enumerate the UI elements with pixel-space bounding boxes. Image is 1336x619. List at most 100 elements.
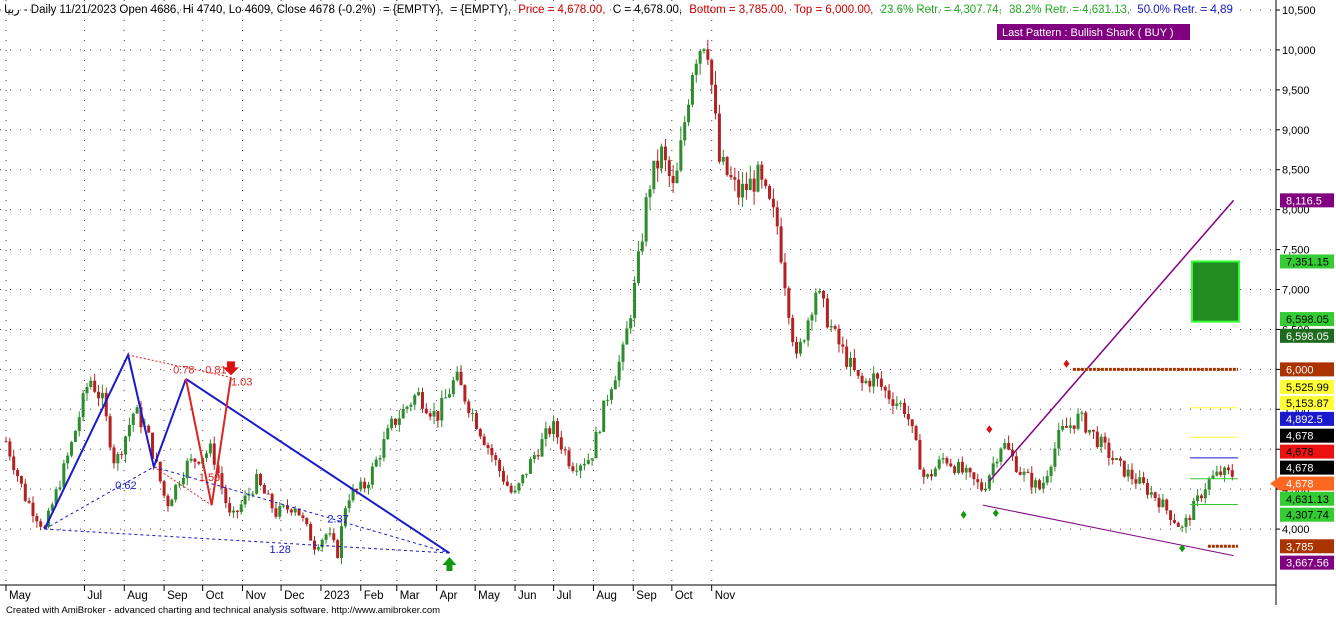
candle-body	[147, 425, 151, 433]
price-label: 8,116.5	[1286, 195, 1322, 207]
candle-body	[887, 390, 891, 400]
harmonic-ratio-label: 1.28	[270, 544, 291, 556]
candle-body	[953, 466, 957, 473]
candle-body	[879, 378, 883, 387]
candle-body	[741, 183, 745, 198]
candle-body	[972, 472, 976, 480]
top-text: Top = 6,000.00,	[793, 4, 874, 16]
price-label: 4,678	[1286, 447, 1314, 459]
candle-body	[440, 397, 444, 421]
candle-body	[259, 473, 263, 486]
candle-body	[93, 380, 97, 392]
candle-body	[1142, 477, 1146, 483]
candle-body	[1057, 429, 1061, 449]
candle-body	[768, 185, 772, 199]
candle-body	[567, 450, 571, 467]
candle-body	[289, 509, 293, 513]
x-tick-label: Nov	[715, 590, 736, 602]
candle-body	[420, 392, 424, 409]
candle-body	[1215, 471, 1219, 476]
y-tick-label: 8,500	[1282, 165, 1310, 177]
marker-diamond	[960, 510, 967, 519]
candle-body	[332, 533, 336, 541]
candle-body	[174, 484, 178, 500]
symbol-name: ربيا	[4, 4, 20, 16]
candle-body	[517, 483, 521, 491]
candle-body	[1219, 471, 1223, 475]
candle-body	[444, 397, 448, 399]
candle-body	[35, 516, 39, 522]
candle-body	[1223, 467, 1227, 475]
candle-body	[328, 533, 332, 535]
candle-body	[544, 428, 548, 440]
candle-body	[733, 177, 737, 180]
candle-body	[999, 448, 1003, 462]
price-label: 4,892.5	[1286, 414, 1323, 426]
price-label: 5,153.87	[1286, 398, 1329, 410]
candle-body	[474, 413, 478, 430]
current-price-pointer-icon	[1270, 476, 1280, 491]
candle-body	[552, 421, 556, 435]
candle-body	[162, 481, 166, 496]
candle-body	[1091, 429, 1095, 432]
candle-body	[262, 485, 266, 494]
candle-body	[644, 197, 648, 242]
x-tick-label: Aug	[596, 590, 616, 602]
candle-body	[320, 539, 324, 548]
x-tick-label: 2023	[324, 590, 350, 602]
candle-body	[235, 510, 239, 512]
y-tick-label: 4,000	[1282, 524, 1310, 536]
price-label: 4,678	[1286, 479, 1314, 491]
candle-body	[1188, 517, 1192, 520]
candle-body	[1014, 456, 1018, 472]
candle-body	[1088, 429, 1092, 433]
candle-body	[1122, 460, 1126, 477]
candle-body	[1134, 479, 1138, 484]
candle-body	[613, 380, 617, 390]
candle-body	[1049, 466, 1053, 476]
chart-canvas: 4,0004,5005,0005,5006,0006,5007,0007,500…	[0, 0, 1334, 605]
candle-body	[822, 290, 826, 299]
candle-body	[548, 428, 552, 435]
candle-body	[478, 429, 482, 437]
candle-body	[926, 474, 930, 477]
candle-body	[571, 466, 575, 471]
candle-body	[536, 455, 540, 457]
candle-body	[586, 459, 590, 464]
candle-body	[1007, 442, 1011, 450]
candle-body	[66, 455, 70, 464]
candle-body	[671, 176, 675, 184]
y-tick-label: 10,500	[1282, 5, 1316, 17]
marker-diamond	[1063, 359, 1070, 368]
candle-body	[1157, 497, 1161, 508]
candle-body	[58, 487, 62, 490]
candle-body	[447, 394, 451, 398]
candle-body	[282, 505, 286, 507]
candle-body	[956, 461, 960, 473]
harmonic-ratio-label: 0.78	[173, 364, 194, 376]
candle-body	[621, 344, 625, 362]
candle-body	[636, 251, 640, 283]
credit-footer: Created with AmiBroker - advanced charti…	[6, 605, 441, 616]
candle-body	[1003, 442, 1007, 449]
candle-body	[706, 49, 710, 60]
candle-body	[660, 146, 664, 169]
candle-body	[1115, 458, 1119, 460]
candle-body	[833, 326, 837, 329]
pattern-label-text: Last Pattern : Bullish Shark ( BUY )	[1002, 27, 1174, 39]
candle-body	[899, 402, 903, 404]
candle-body	[771, 198, 775, 208]
x-tick-label: Aug	[127, 590, 147, 602]
candle-body	[97, 391, 101, 399]
candle-body	[355, 489, 359, 491]
candle-body	[397, 418, 401, 425]
candle-body	[945, 458, 949, 464]
candle-body	[1072, 425, 1076, 429]
candle-body	[1153, 492, 1157, 498]
candle-body	[112, 447, 116, 464]
marker-diamond	[992, 509, 999, 518]
candle-body	[513, 490, 517, 493]
candle-body	[189, 458, 193, 461]
price-label: 4,307.74	[1286, 510, 1329, 522]
price-label: 7,351.15	[1286, 256, 1329, 268]
